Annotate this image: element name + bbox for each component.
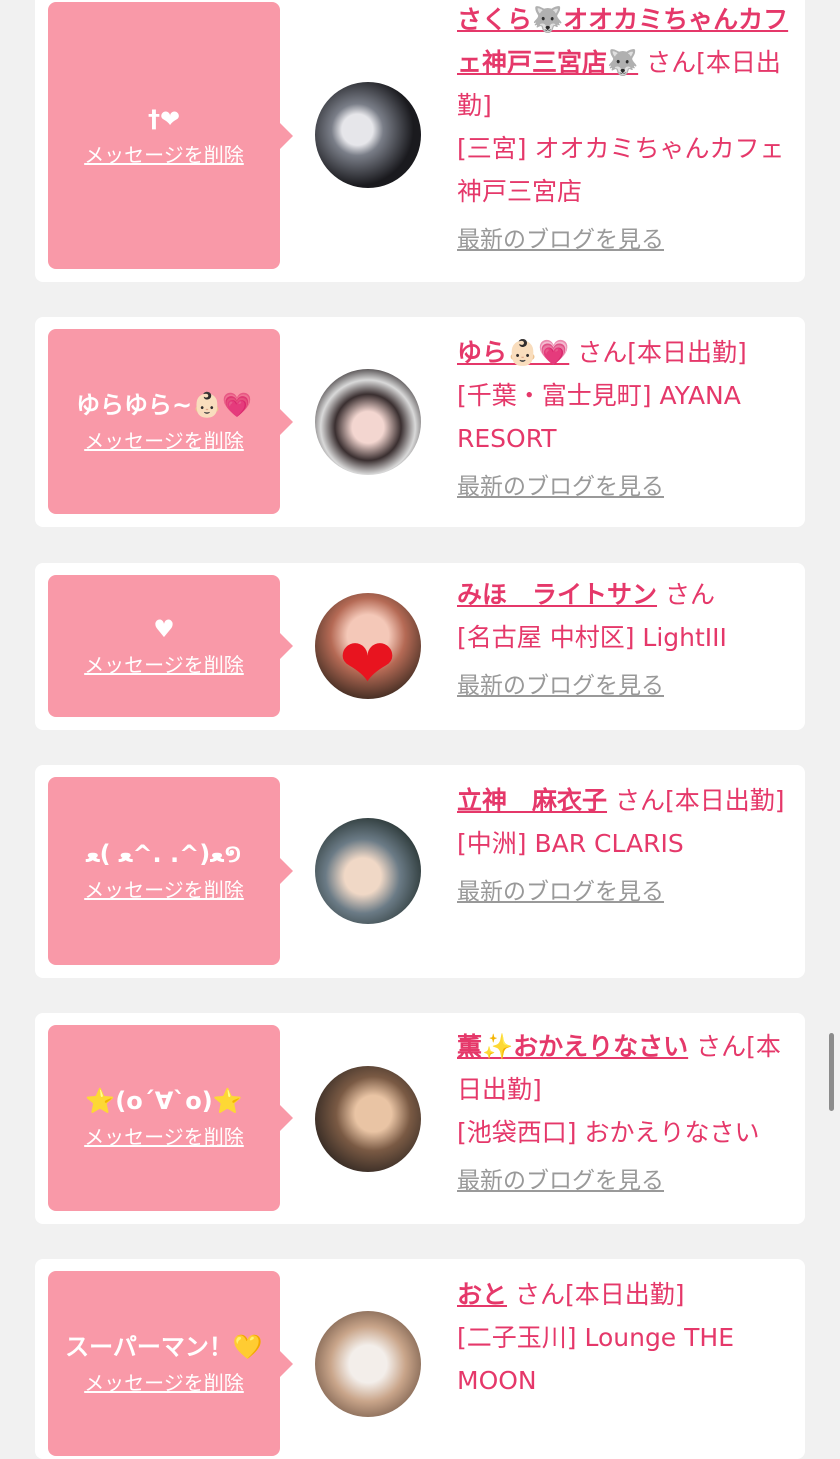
cast-info: おと さん[本日出勤] [二子玉川] Lounge THE MOON	[457, 1273, 797, 1402]
honorific: さん	[696, 1032, 747, 1061]
delete-message-link[interactable]: メッセージを削除	[48, 1123, 280, 1151]
cast-name-link[interactable]: おと	[457, 1280, 507, 1309]
cast-name-link[interactable]: 薫✨おかえりなさい	[457, 1032, 688, 1061]
area-text: [名古屋 中村区]	[457, 623, 635, 652]
message-bubble: スーパーマン！💛 メッセージを削除	[48, 1271, 293, 1456]
avatar[interactable]	[315, 82, 421, 188]
message-bubble: ﻌ(^. .^ﻌ )ﻌ១ メッセージを削除	[48, 777, 293, 965]
latest-blog-link[interactable]: 最新のブログを見る	[457, 223, 797, 257]
cast-info: 立神 麻衣子 さん[本日出勤] [中洲] BAR CLARIS 最新のブログを見…	[457, 779, 797, 909]
delete-message-link[interactable]: メッセージを削除	[48, 1369, 280, 1397]
shop-name: BAR CLARIS	[534, 829, 684, 858]
message-bubble: †❤ メッセージを削除	[48, 2, 293, 269]
message-text: ﻌ(^. .^ﻌ )ﻌ១	[86, 840, 242, 868]
avatar[interactable]: ❤	[315, 593, 421, 699]
message-text: ゆらゆら~👶🏻💗	[76, 390, 252, 419]
cast-name-link[interactable]: 立神 麻衣子	[457, 786, 607, 815]
cast-name-link[interactable]: みほ ライトサン	[457, 580, 657, 609]
message-bubble: ♥ メッセージを削除	[48, 575, 293, 717]
status-text: [本日出勤]	[564, 1280, 685, 1309]
cast-name-link[interactable]: ゆら👶🏻💗	[457, 338, 569, 367]
area-text: [三宮]	[457, 134, 527, 163]
message-card: ♥ メッセージを削除 ❤ みほ ライトサン さん [名古屋 中村区] Light…	[35, 563, 805, 730]
message-text: †❤	[147, 104, 181, 133]
message-text: ♥	[153, 615, 175, 643]
honorific: さん	[664, 580, 715, 609]
avatar[interactable]	[315, 818, 421, 924]
message-text: スーパーマン！💛	[65, 1332, 263, 1361]
message-card: スーパーマン！💛 メッセージを削除 おと さん[本日出勤] [二子玉川] Lou…	[35, 1259, 805, 1459]
honorific: さん	[577, 338, 628, 367]
honorific: さん	[614, 786, 665, 815]
latest-blog-link[interactable]: 最新のブログを見る	[457, 470, 797, 504]
avatar[interactable]	[315, 1311, 421, 1417]
latest-blog-link[interactable]: 最新のブログを見る	[457, 1164, 797, 1198]
message-text: ⭐(o´∀`o)⭐	[85, 1087, 243, 1115]
message-bubble: ゆらゆら~👶🏻💗 メッセージを削除	[48, 329, 293, 514]
area-text: [中洲]	[457, 829, 527, 858]
scrollbar-thumb[interactable]	[829, 1033, 834, 1111]
delete-message-link[interactable]: メッセージを削除	[48, 876, 280, 904]
avatar[interactable]	[315, 369, 421, 475]
area-text: [二子玉川]	[457, 1323, 577, 1352]
message-card: ⭐(o´∀`o)⭐ メッセージを削除 薫✨おかえりなさい さん[本日出勤] [池…	[35, 1013, 805, 1224]
honorific: さん	[514, 1280, 565, 1309]
latest-blog-link[interactable]: 最新のブログを見る	[457, 669, 797, 703]
message-card: ゆらゆら~👶🏻💗 メッセージを削除 ゆら👶🏻💗 さん[本日出勤] [千葉・富士見…	[35, 317, 805, 527]
status-text: [本日出勤]	[664, 786, 785, 815]
cast-info: さくら🐺オオカミちゃんカフェ神戸三宮店🐺 さん[本日出勤] [三宮] オオカミち…	[457, 0, 797, 257]
cast-info: 薫✨おかえりなさい さん[本日出勤] [池袋西口] おかえりなさい 最新のブログ…	[457, 1025, 797, 1198]
status-text: [本日出勤]	[627, 338, 747, 367]
cast-info: ゆら👶🏻💗 さん[本日出勤] [千葉・富士見町] AYANA RESORT 最新…	[457, 331, 797, 504]
latest-blog-link[interactable]: 最新のブログを見る	[457, 875, 797, 909]
area-text: [千葉・富士見町]	[457, 381, 652, 410]
delete-message-link[interactable]: メッセージを削除	[48, 651, 280, 679]
message-card: ﻌ(^. .^ﻌ )ﻌ១ メッセージを削除 立神 麻衣子 さん[本日出勤] [中…	[35, 765, 805, 978]
message-card: †❤ メッセージを削除 さくら🐺オオカミちゃんカフェ神戸三宮店🐺 さん[本日出勤…	[35, 0, 805, 282]
message-bubble: ⭐(o´∀`o)⭐ メッセージを削除	[48, 1025, 293, 1211]
heart-sticker-icon: ❤	[339, 625, 396, 699]
honorific: さん	[646, 48, 697, 77]
delete-message-link[interactable]: メッセージを削除	[48, 141, 280, 169]
avatar[interactable]	[315, 1066, 421, 1172]
delete-message-link[interactable]: メッセージを削除	[48, 427, 280, 455]
area-text: [池袋西口]	[457, 1118, 577, 1147]
shop-name: LightIII	[642, 623, 727, 652]
cast-info: みほ ライトサン さん [名古屋 中村区] LightIII 最新のブログを見る	[457, 573, 797, 703]
shop-name: おかえりなさい	[584, 1118, 760, 1147]
